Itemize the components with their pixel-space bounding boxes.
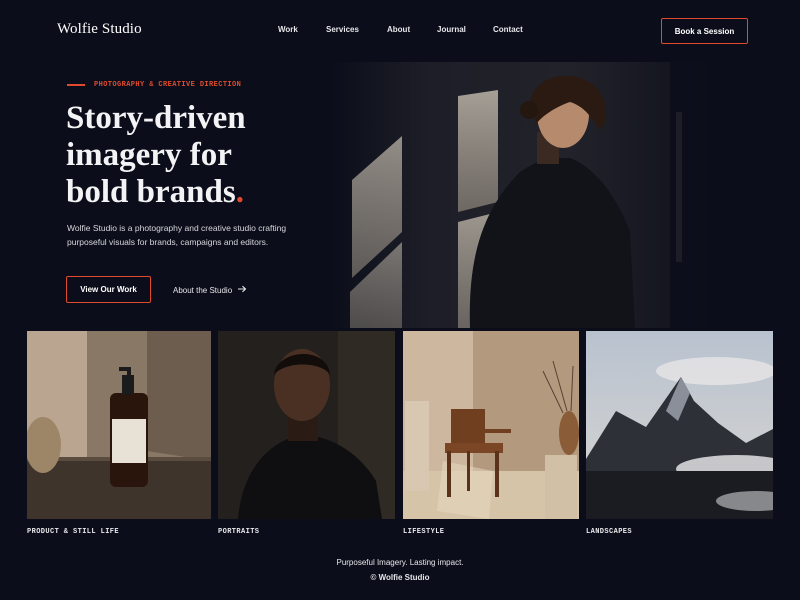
hero-description: Wolfie Studio is a photography and creat… bbox=[67, 223, 287, 247]
footer-copyright: © Wolfie Studio bbox=[370, 573, 430, 582]
hero-eyebrow: PHOTOGRAPHY & CREATIVE DIRECTION bbox=[67, 81, 241, 89]
hero-headline: Story-driven imagery for bold brands. bbox=[66, 100, 326, 211]
footer-tagline: Purposeful Imagery. Lasting impact. bbox=[336, 558, 464, 567]
nav-link-about[interactable]: About bbox=[387, 25, 410, 34]
headline-accent-dot: . bbox=[235, 174, 244, 210]
caption-landscapes: LANDSCAPES bbox=[586, 528, 633, 536]
nav-link-contact[interactable]: Contact bbox=[493, 25, 523, 34]
gallery-tile-portraits[interactable] bbox=[218, 331, 395, 519]
nav-link-services[interactable]: Services bbox=[326, 25, 359, 34]
caption-lifestyle: LIFESTYLE bbox=[403, 528, 445, 536]
book-session-button[interactable]: Book a Session bbox=[661, 18, 748, 44]
product-bottle-photo bbox=[27, 331, 211, 519]
headline-line-1: Story-driven bbox=[66, 100, 246, 136]
headline-line-3-wrap: bold brands. bbox=[66, 174, 326, 211]
view-work-button[interactable]: View Our Work bbox=[66, 276, 151, 303]
gallery-tile-lifestyle[interactable] bbox=[403, 331, 579, 519]
eyebrow-text: PHOTOGRAPHY & CREATIVE DIRECTION bbox=[94, 81, 242, 89]
caption-portraits: PORTRAITS bbox=[218, 528, 260, 536]
arrow-right-icon bbox=[238, 285, 247, 295]
eyebrow-rule bbox=[67, 84, 85, 86]
portrait-photo bbox=[218, 331, 395, 519]
gallery-tile-landscapes[interactable] bbox=[586, 331, 773, 519]
mountain-photo bbox=[586, 331, 773, 519]
headline-line-2: imagery for bbox=[66, 137, 232, 173]
hero-portrait-photo bbox=[330, 62, 730, 328]
chair-interior-photo bbox=[403, 331, 579, 519]
headline-line-3: bold brands bbox=[66, 174, 236, 210]
caption-product: PRODUCT & STILL LIFE bbox=[27, 528, 120, 536]
gallery-tile-product[interactable] bbox=[27, 331, 211, 519]
nav-link-work[interactable]: Work bbox=[278, 25, 298, 34]
about-studio-link[interactable]: About the Studio bbox=[173, 285, 247, 295]
nav-link-journal[interactable]: Journal bbox=[437, 25, 466, 34]
about-studio-label: About the Studio bbox=[173, 285, 233, 295]
